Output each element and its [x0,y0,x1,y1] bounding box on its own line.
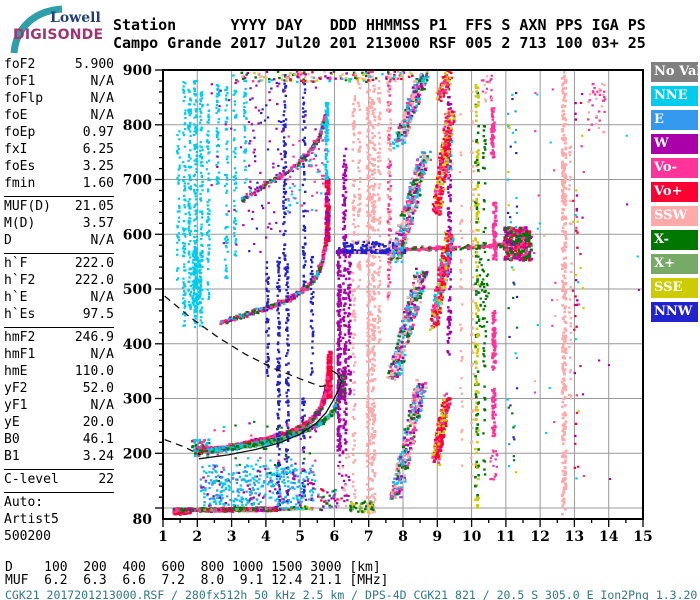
muf-row: MUF 6.2 6.3 6.6 7.2 8.0 9.1 12.4 21.1 [M… [5,573,389,588]
legend-item-sse: SSE [651,278,698,298]
ionogram-plot: 1 2 3 4 5 6 7 8 9 10 11 12 13 14 15 80 200 300 400 500 600 70… [0,0,700,600]
legend-item-x+: X+ [651,254,698,274]
legend-item-x-: X- [651,230,698,250]
axis-labels: 1 2 3 4 5 6 7 8 9 10 11 12 13 14 158020030040050060070… [123,63,653,545]
scatter-points [172,71,640,516]
legend-item-noval: No Val [651,62,698,82]
echo-direction-legend: No Val NNE E W Vo- Vo+ SSW X- X+ SSE NNW [651,62,698,326]
profile-lines [164,295,343,460]
legend-item-e: E [651,110,698,130]
legend-item-w: W [651,134,698,154]
ionogram-screen: Lowell DIGISONDE Station YYYY DAY DDD HH… [0,0,700,600]
file-status-line: CGK21_2017201213000.RSF / 280fx512h 50 k… [5,588,698,600]
ionogram-svg: 1 2 3 4 5 6 7 8 9 10 11 12 13 14 158020030040050060070… [123,63,653,545]
legend-item-nne: NNE [651,86,698,106]
legend-item-vo-: Vo- [651,158,698,178]
d-muf-table: D 100 200 400 600 800 1000 1500 3000 [km… [5,561,389,587]
legend-item-ssw: SSW [651,206,698,226]
legend-item-nnw: NNW [651,302,698,322]
legend-item-vo+: Vo+ [651,182,698,202]
